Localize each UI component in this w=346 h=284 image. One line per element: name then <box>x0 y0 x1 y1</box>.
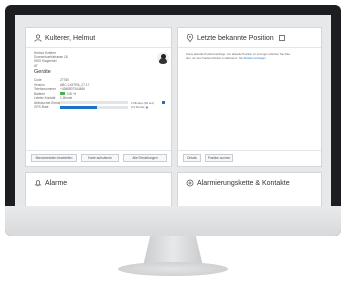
person-card: Kulterer, Helmut Helmut Kulterer Sonnenb… <box>25 27 172 167</box>
show-position-link[interactable]: Position anzeigen <box>244 56 266 60</box>
activity-slider[interactable] <box>60 101 128 104</box>
user-icon <box>34 34 42 42</box>
address-line: AT <box>34 63 38 68</box>
alarm-title: Alarme <box>45 179 68 187</box>
info-icon[interactable] <box>162 100 165 104</box>
alarm-chain-title: Alarmierungskette & Kontakte <box>197 179 290 187</box>
location-pin-icon <box>186 34 194 42</box>
scene: Kulterer, Helmut Helmut Kulterer Sonnenb… <box>0 0 346 284</box>
screen: Kulterer, Helmut Helmut Kulterer Sonnenb… <box>15 15 331 206</box>
gps-rate-slider[interactable] <box>60 105 128 109</box>
alarm-card: Alarme <box>25 172 172 206</box>
position-text: hier, um den Tracker-Modus zu aktivieren… <box>186 56 290 60</box>
all-settings-button[interactable]: Alle Einstellungen <box>123 154 167 162</box>
person-name: Kulterer, Helmut <box>45 34 96 42</box>
open-map-button[interactable]: Karte aufrufenen <box>81 154 119 162</box>
position-card-title: Letzte bekannte Position <box>186 34 285 42</box>
battery-bar <box>60 92 65 95</box>
find-position-button[interactable]: Position suchen <box>205 154 233 162</box>
monitor: Kulterer, Helmut Helmut Kulterer Sonnenb… <box>5 5 341 236</box>
person-card-title: Kulterer, Helmut <box>34 34 95 42</box>
position-title: Letzte bekannte Position <box>197 34 274 42</box>
alarm-chain-card: Alarmierungskette & Kontakte <box>177 172 322 206</box>
monitor-stand-base <box>118 262 228 276</box>
bell-icon <box>34 180 42 187</box>
monitor-chin <box>5 206 341 236</box>
address-block: Helmut Kulterer Sonnenbuehlstrasse 18 90… <box>34 51 68 68</box>
chevron-down-icon[interactable]: ▼ <box>145 105 149 110</box>
alarm-card-title: Alarme <box>34 179 67 187</box>
edit-user-button[interactable]: Benutzerdaten bearbeiten <box>31 154 77 162</box>
alarm-chain-icon <box>186 179 194 187</box>
row-label: GPS-Rate <box>34 105 49 109</box>
position-card: Letzte bekannte Position Keine aktuelle … <box>177 27 322 167</box>
row-value: 2/1 Stunde <box>131 105 145 109</box>
device-heading: Geräte <box>34 69 51 75</box>
alarm-chain-card-title: Alarmierungskette & Kontakte <box>186 179 290 187</box>
info-box-icon[interactable] <box>278 35 285 41</box>
details-button[interactable]: Details <box>183 154 201 162</box>
position-text-2: hier, um den Tracker-Modus zu aktivieren… <box>186 56 243 61</box>
avatar <box>157 52 169 64</box>
